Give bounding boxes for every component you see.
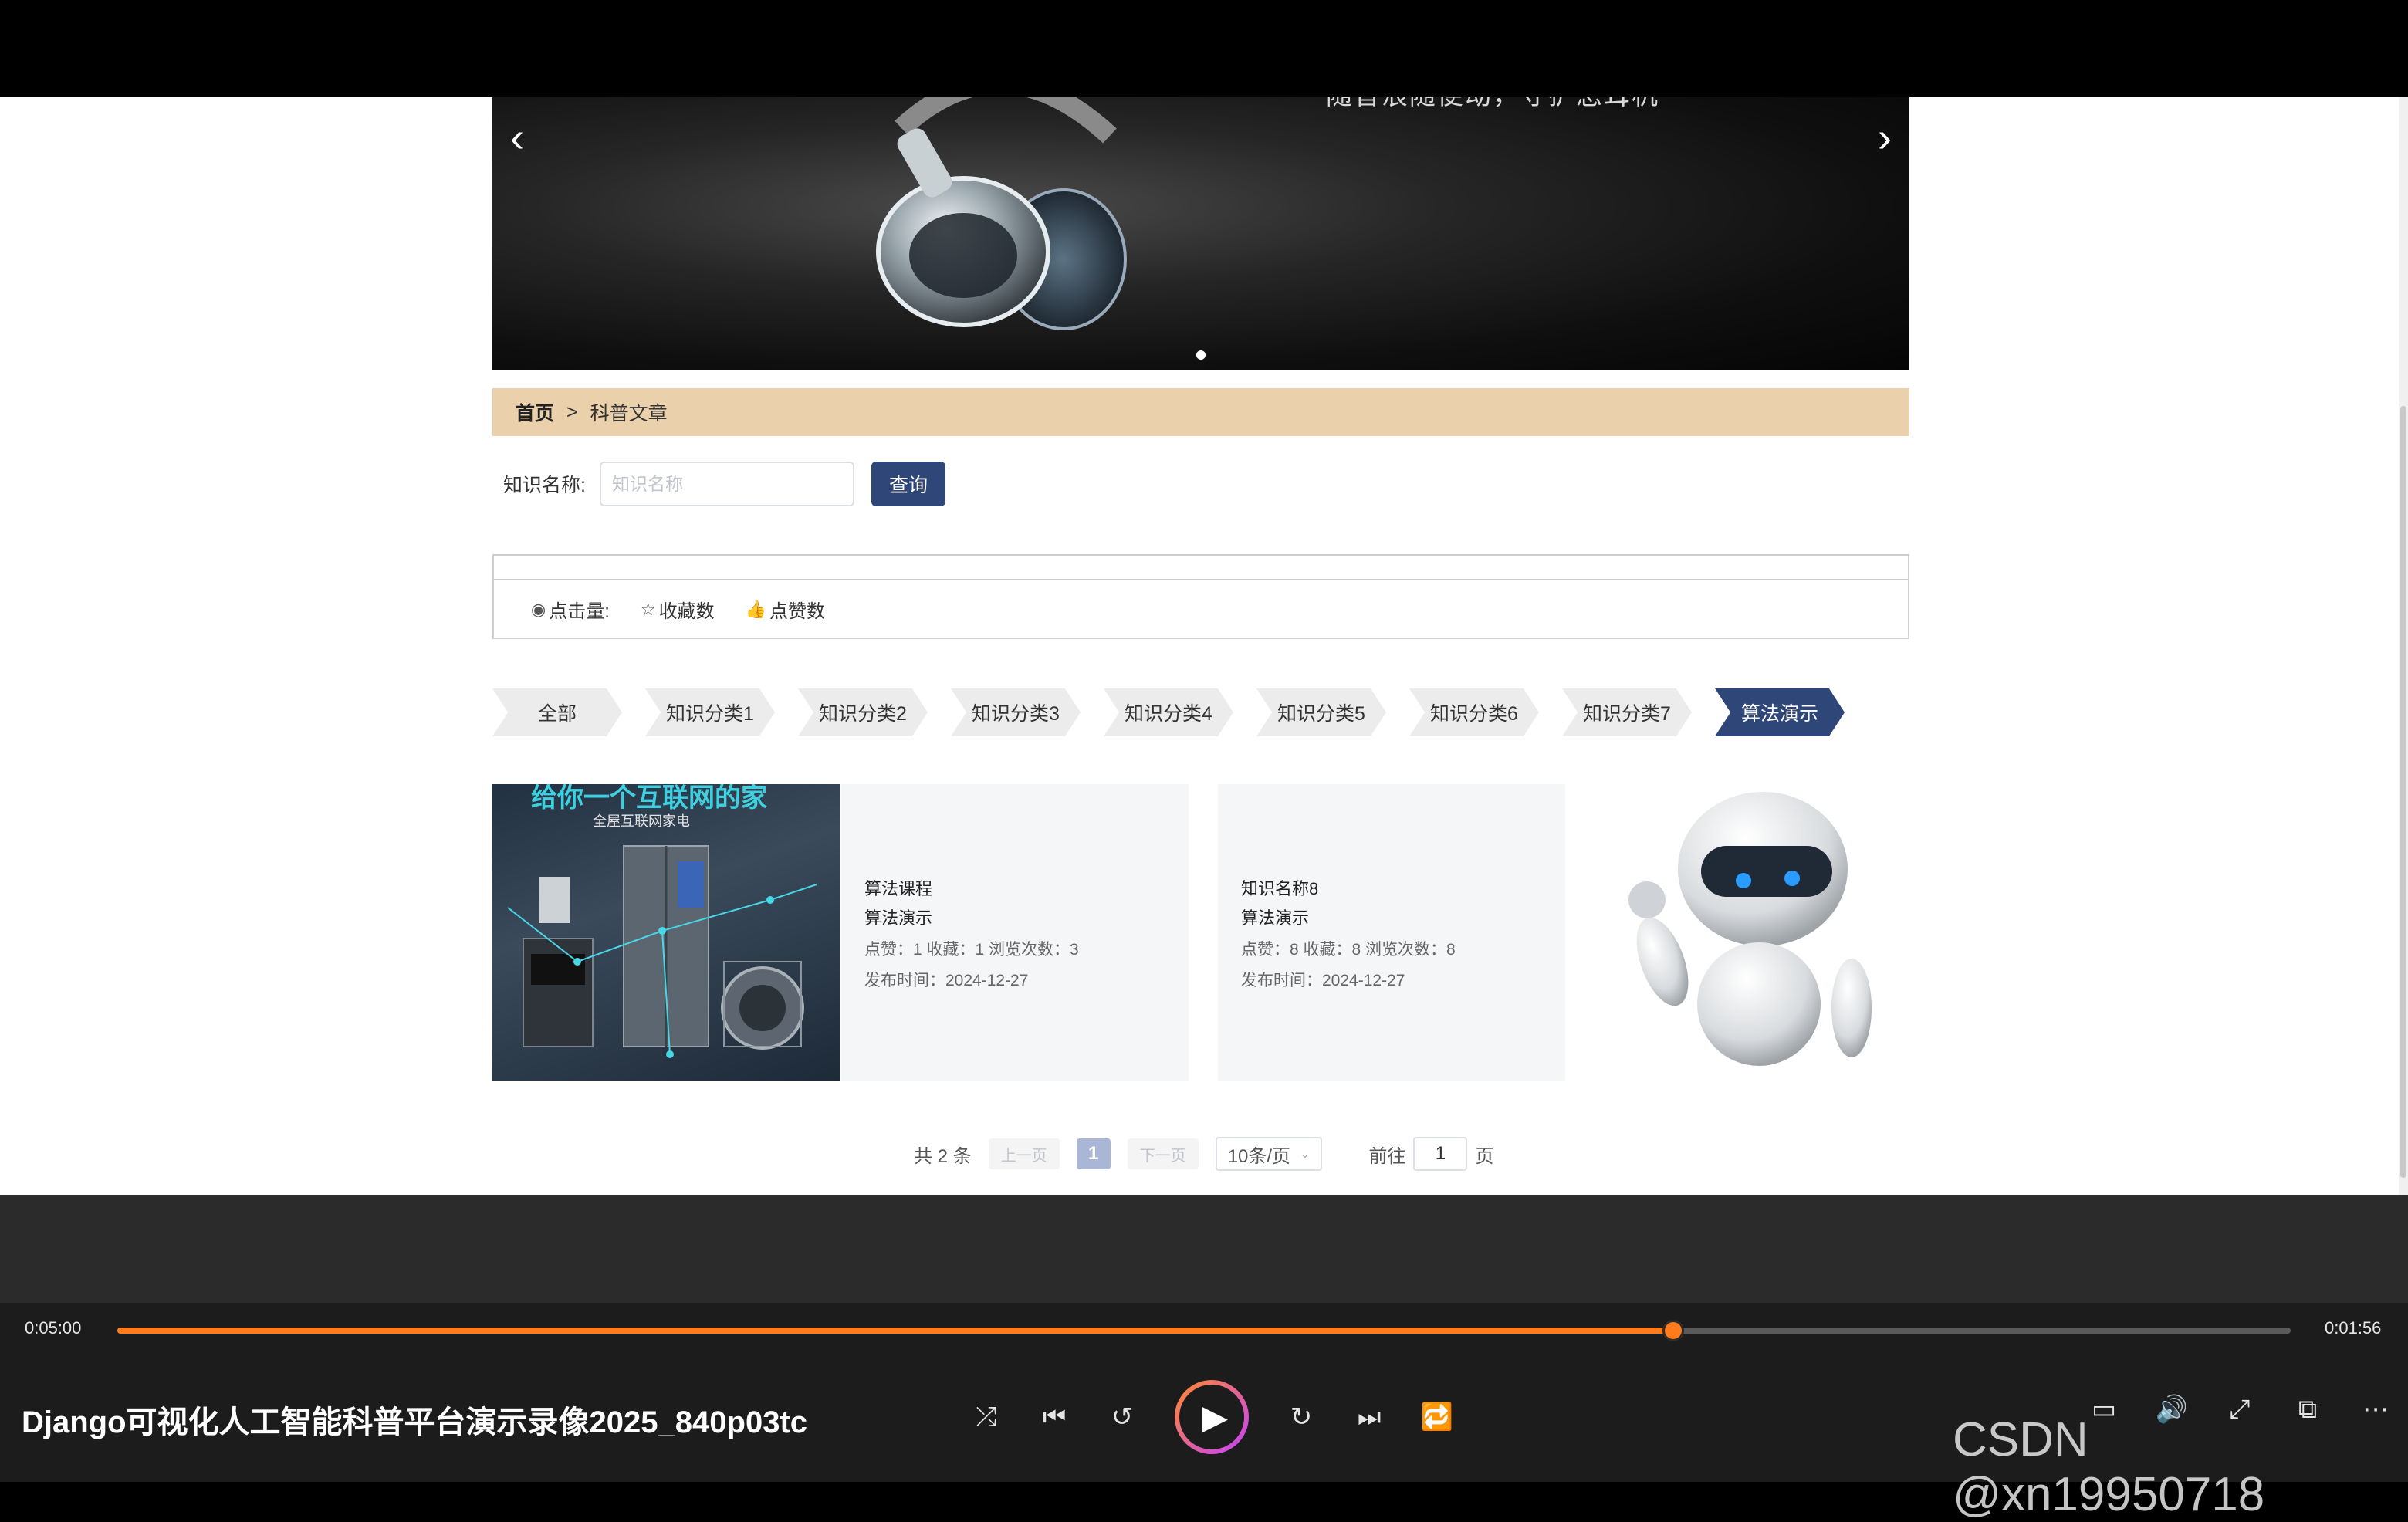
goto-prefix: 前往 [1368,1145,1406,1167]
article-stats: 点赞：8 收藏：8 浏览次数：8 [1241,941,1456,959]
progress-fill [117,1328,1674,1334]
video-player-controls: 0:05:00 0:01:56 Django可视化人工智能科普平台演示录像202… [0,1303,2408,1521]
article-cards: 给你一个互联网的家 全屋互联网家电 算法课程 算法演示 点赞：1 收藏：1 浏览… [492,784,1909,1081]
category-tab-4[interactable]: 知识分类4 [1104,688,1233,736]
category-tabs: 全部 知识分类1 知识分类2 知识分类3 知识分类4 知识分类5 知识分类6 知… [492,688,1868,736]
category-tab-1[interactable]: 知识分类1 [645,688,775,736]
sort-likes-label: 点赞数 [769,601,826,622]
article-category: 算法演示 [1241,908,1310,928]
article-card[interactable]: 算法课程 算法演示 点赞：1 收藏：1 浏览次数：3 发布时间：2024-12-… [841,784,1189,1081]
thumbs-up-icon: 👍 [745,599,767,619]
category-tab-5[interactable]: 知识分类5 [1256,688,1386,736]
next-track-icon[interactable]: ⏭ [1354,1402,1385,1432]
search-button[interactable]: 查询 [871,462,945,506]
search-bar: 知识名称: 查询 [503,460,945,508]
rewind-10-icon[interactable]: ↺ [1107,1402,1138,1432]
video-title: Django可视化人工智能科普平台演示录像2025_840p03tc [22,1405,808,1439]
page-size-value: 10条/页 [1227,1145,1291,1167]
sort-clicks-label: 点击量: [549,601,610,622]
play-icon: ▶ [1202,1398,1228,1436]
elapsed-time: 0:05:00 [25,1318,82,1338]
category-tab-2[interactable]: 知识分类2 [798,688,928,736]
breadcrumb-home-link[interactable]: 首页 [516,398,554,426]
breadcrumb: 首页 > 科普文章 [492,388,1909,436]
headphone-image [876,97,1127,330]
banner-prev-arrow[interactable]: ‹ [492,113,542,162]
goto-suffix: 页 [1475,1145,1494,1167]
playback-controls: ⤮ ⏮ ↺ ▶ ↻ ⏭ 🔁 [971,1380,1453,1454]
category-tab-all[interactable]: 全部 [492,688,622,736]
pagination-prev-button[interactable]: 上一页 [988,1138,1060,1169]
pagination-page-1[interactable]: 1 [1076,1138,1111,1169]
search-input[interactable] [599,462,854,506]
banner-carousel[interactable]: 随音浪随便动，守护您耳机 ‹ › [492,97,1909,370]
appliance-image[interactable]: 给你一个互联网的家 全屋互联网家电 [492,784,840,1081]
search-label: 知识名称: [503,475,586,496]
banner-next-arrow[interactable]: › [1860,113,1909,162]
window-top-bar [0,0,2408,97]
pagination-next-button[interactable]: 下一页 [1127,1138,1199,1169]
sort-by-clicks[interactable]: ◉ 点击量: [531,596,610,623]
player-backdrop [0,1195,2408,1303]
page-scrollbar[interactable] [2399,97,2408,1195]
progress-knob[interactable] [1662,1320,1685,1341]
web-page: 随音浪随便动，守护您耳机 ‹ › 首页 [0,97,2408,1195]
category-tab-3[interactable]: 知识分类3 [951,688,1081,736]
pagination: 共 2 条 上一页 1 下一页 10条/页 ⌄ 前往 1 页 [914,1135,1493,1173]
sort-by-likes[interactable]: 👍 点赞数 [746,596,825,623]
article-date: 发布时间：2024-12-27 [864,972,1029,989]
category-tab-algorithm-demo[interactable]: 算法演示 [1715,688,1845,736]
breadcrumb-current: 科普文章 [590,403,668,424]
page-scrollbar-thumb[interactable] [2400,406,2406,1178]
article-stats: 点赞：1 收藏：1 浏览次数：3 [864,941,1079,959]
sort-panel: ◉ 点击量: ☆ 收藏数 👍 点赞数 [492,554,1909,639]
eye-icon: ◉ [531,599,546,619]
pagination-total: 共 2 条 [914,1145,972,1167]
csdn-watermark: CSDN @xn19950718 [1953,1413,2265,1521]
banner-caption: 随音浪随便动，守护您耳机 [1326,97,1659,112]
page-size-select[interactable]: 10条/页 ⌄ [1215,1137,1323,1171]
appliance-illustration [507,845,817,1058]
sort-by-favorites[interactable]: ☆ 收藏数 [641,596,715,623]
breadcrumb-separator: > [566,401,578,423]
category-tab-7[interactable]: 知识分类7 [1562,688,1692,736]
category-tab-6[interactable]: 知识分类6 [1409,688,1539,736]
sort-favorites-label: 收藏数 [658,601,715,622]
article-category: 算法演示 [864,908,933,928]
forward-30-icon[interactable]: ↻ [1286,1402,1317,1432]
robot-image[interactable] [1585,784,1909,1081]
article-card[interactable]: 知识名称8 算法演示 点赞：8 收藏：8 浏览次数：8 发布时间：2024-12… [1218,784,1565,1081]
repeat-off-icon[interactable]: 🔁 [1421,1402,1453,1432]
article-title: 知识名称8 [1241,879,1319,898]
chevron-down-icon: ⌄ [1300,1148,1311,1161]
goto-page-input[interactable]: 1 [1413,1137,1468,1171]
remaining-time: 0:01:56 [2325,1318,2382,1338]
article-title: 算法课程 [864,879,933,898]
shuffle-icon[interactable]: ⤮ [971,1402,1002,1432]
banner-indicator-dot[interactable] [1196,350,1206,360]
star-icon: ☆ [640,599,656,619]
progress-bar[interactable] [117,1320,2291,1341]
sort-panel-divider [494,579,1908,580]
article-date: 发布时间：2024-12-27 [1241,972,1405,989]
robot-illustration [1628,792,1872,1066]
previous-track-icon[interactable]: ⏮ [1039,1402,1070,1432]
play-button[interactable]: ▶ [1175,1380,1249,1454]
